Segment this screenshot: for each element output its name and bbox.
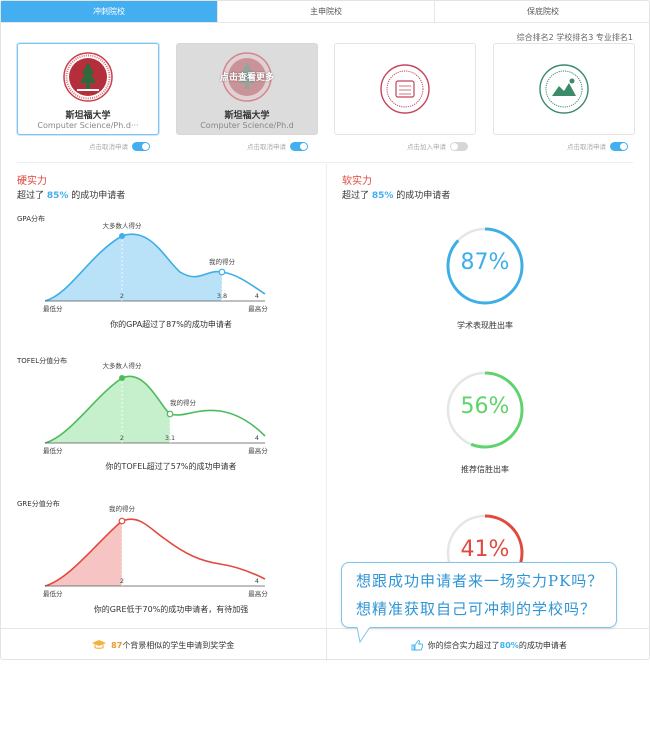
max-value: 4 bbox=[255, 577, 259, 585]
graduation-cap-icon bbox=[92, 640, 107, 649]
distribution-curve: 大多数人得分我的得分 2 3.8 4 最低分 最高分 bbox=[43, 221, 268, 313]
my-score-marker bbox=[118, 517, 126, 525]
peak-value: 2 bbox=[120, 292, 124, 300]
peak-marker bbox=[119, 375, 125, 381]
summary-suffix: 的成功申请者 bbox=[68, 191, 126, 201]
max-label: 最高分 bbox=[248, 304, 268, 313]
apply-toggle-row: 点击加入申请 bbox=[407, 141, 468, 151]
thumbs-up-icon bbox=[411, 639, 423, 650]
soft-strength-summary: 超过了 85% 的成功申请者 bbox=[342, 188, 450, 201]
min-label: 最低分 bbox=[43, 304, 63, 313]
win-rate-ring: 87% bbox=[445, 226, 525, 306]
university-seal-icon bbox=[380, 64, 430, 114]
chart-caption: 你的GRE低于70%的成功申请者，有待加强 bbox=[93, 605, 249, 614]
my-score-label: 我的得分 bbox=[170, 398, 197, 407]
peak-label: 大多数人得分 bbox=[103, 221, 143, 230]
my-score-marker bbox=[166, 410, 174, 418]
main-panel: 冲刺院校 主申院校 保底院校 综合排名2 学校排名3 专业排名1 斯坦福大学 C… bbox=[0, 0, 650, 661]
promo-line-1: 想跟成功申请者来一场实力PK吗？ bbox=[356, 572, 604, 590]
distribution-curve: 我的得分 2 4 最低分 最高分 bbox=[43, 504, 268, 598]
peak-marker bbox=[119, 233, 125, 239]
hard-strength-summary: 超过了 85% 的成功申请者 bbox=[17, 188, 125, 201]
peak-value: 2 bbox=[120, 434, 124, 442]
university-seal-icon bbox=[539, 64, 589, 114]
school-program: Computer Science/Ph.d bbox=[200, 121, 294, 130]
apply-toggle[interactable] bbox=[132, 141, 150, 151]
school-card-4[interactable] bbox=[493, 43, 635, 135]
school-tier-tabs: 冲刺院校 主申院校 保底院校 bbox=[1, 1, 650, 23]
tofel-distribution-chart: TOFEL分值分布 大多数人得分 我的得分 2 3.1 4 最低分 最高分 你的TOFEL超过了… bbox=[15, 356, 285, 476]
max-value: 4 bbox=[255, 292, 259, 300]
chart-caption: 你的TOFEL超过了57%的成功申请者 bbox=[105, 462, 237, 471]
max-label: 最高分 bbox=[248, 589, 268, 598]
ring-percent: 87% bbox=[460, 250, 510, 275]
overall-prefix: 你的综合实力超过了 bbox=[427, 640, 500, 650]
apply-toggle[interactable] bbox=[290, 141, 308, 151]
school-card-3[interactable] bbox=[334, 43, 476, 135]
my-score-value: 3.8 bbox=[217, 292, 227, 300]
toggle-label: 点击取消申请 bbox=[247, 143, 286, 151]
divider bbox=[326, 164, 327, 628]
view-more-link[interactable]: 点击查看更多 bbox=[177, 70, 317, 83]
ring-label: 推荐信胜出率 bbox=[461, 465, 509, 474]
school-program: Computer Science/Ph.d··· bbox=[37, 121, 139, 130]
ring-percent: 41% bbox=[460, 537, 510, 562]
distribution-curve: 大多数人得分我的得分 2 3.1 4 最低分 最高分 bbox=[43, 361, 268, 455]
filled-area bbox=[45, 376, 170, 443]
max-value: 4 bbox=[255, 434, 259, 442]
apply-toggle-row: 点击取消申请 bbox=[567, 141, 628, 151]
gpa-distribution-chart: GPA分布 大多数人得分 我的得分 2 3.8 4 最低分 最高分 你的GPA超过了87%的成功… bbox=[15, 214, 285, 334]
summary-value: 85% bbox=[371, 191, 394, 201]
hard-strength-title: 硬实力 bbox=[17, 176, 47, 187]
promo-line-2: 想精准获取自己可冲刺的学校吗？ bbox=[356, 600, 597, 618]
apply-toggle-row: 点击取消申请 bbox=[247, 141, 308, 151]
filled-area bbox=[45, 521, 122, 586]
summary-value: 85% bbox=[46, 191, 69, 201]
promo-speech-bubble[interactable]: 想跟成功申请者来一场实力PK吗？ 想精准获取自己可冲刺的学校吗？ bbox=[341, 562, 617, 628]
apply-toggle[interactable] bbox=[450, 141, 468, 151]
toggle-label: 点击取消申请 bbox=[567, 143, 606, 151]
school-name: 斯坦福大学 bbox=[65, 111, 111, 121]
peak-value: 2 bbox=[120, 577, 124, 585]
apply-toggle-row: 点击取消申请 bbox=[89, 141, 150, 151]
my-score-marker bbox=[218, 268, 226, 276]
ranking-summary: 综合排名2 学校排名3 专业排名1 bbox=[516, 33, 633, 42]
stanford-seal-icon bbox=[63, 52, 113, 102]
tab-reach-schools[interactable]: 冲刺院校 bbox=[1, 1, 218, 22]
summary-footer: 87 个背景相似的学生申请到奖学金 你的综合实力超过了 80% 的成功申请者 bbox=[1, 628, 650, 661]
summary-prefix: 超过了 bbox=[342, 191, 372, 201]
divider bbox=[17, 162, 633, 163]
summary-suffix: 的成功申请者 bbox=[393, 191, 451, 201]
my-score-value: 3.1 bbox=[165, 434, 175, 442]
max-label: 最高分 bbox=[248, 446, 268, 455]
peak-label: 大多数人得分 bbox=[103, 361, 143, 370]
min-label: 最低分 bbox=[43, 589, 63, 598]
ring-label: 学术表现胜出率 bbox=[457, 321, 513, 330]
school-name: 斯坦福大学 bbox=[224, 111, 270, 121]
soft-strength-title: 软实力 bbox=[342, 176, 372, 187]
bubble-tail bbox=[356, 627, 371, 643]
tab-safety-schools[interactable]: 保底院校 bbox=[435, 1, 650, 22]
my-score-label: 我的得分 bbox=[209, 257, 236, 266]
win-rate-ring: 56% bbox=[445, 370, 525, 450]
toggle-label: 点击取消申请 bbox=[89, 143, 128, 151]
overall-value: 80% bbox=[499, 640, 519, 650]
scholarship-summary: 87 个背景相似的学生申请到奖学金 bbox=[1, 629, 327, 661]
my-score-label: 我的得分 bbox=[109, 504, 136, 513]
overall-suffix: 的成功申请者 bbox=[518, 640, 567, 650]
chart-caption: 你的GPA超过了87%的成功申请者 bbox=[110, 320, 232, 329]
toggle-label: 点击加入申请 bbox=[407, 143, 446, 151]
min-label: 最低分 bbox=[43, 446, 63, 455]
tab-target-schools[interactable]: 主申院校 bbox=[218, 1, 435, 22]
summary-prefix: 超过了 bbox=[17, 191, 47, 201]
scholarship-count: 87 bbox=[111, 640, 123, 650]
ring-percent: 56% bbox=[460, 394, 510, 419]
apply-toggle[interactable] bbox=[610, 141, 628, 151]
gre-distribution-chart: GRE分值分布 我的得分 2 4 最低分 最高分 你的GRE低于70%的成功申请者，有待加强 bbox=[15, 499, 285, 619]
scholarship-text: 个背景相似的学生申请到奖学金 bbox=[122, 640, 235, 650]
school-card-stanford-locked[interactable]: 点击查看更多 斯坦福大学 Computer Science/Ph.d bbox=[176, 43, 318, 135]
school-card-stanford[interactable]: 斯坦福大学 Computer Science/Ph.d··· bbox=[17, 43, 159, 135]
